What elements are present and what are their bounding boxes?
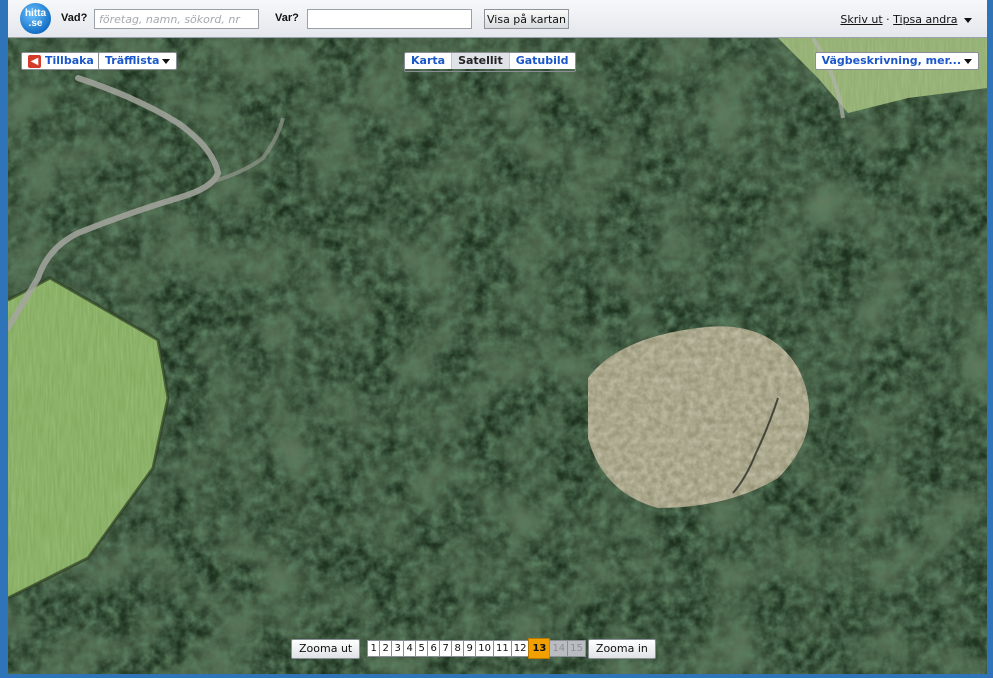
- left-arrow-icon: ◀: [28, 54, 41, 68]
- what-label: Vad?: [61, 12, 88, 24]
- window-frame-bottom: [0, 674, 993, 678]
- caret-down-icon: [964, 58, 972, 64]
- directions-label: Vägbeskrivning, mer...: [821, 54, 961, 67]
- zoom-control: Zooma ut 1 2 3 4 5 6 7 8 9 10 11 12 13 14 15 Zooma in: [291, 637, 656, 660]
- hitta-logo[interactable]: hitta .se: [20, 3, 51, 34]
- zoom-in-button[interactable]: Zooma in: [587, 639, 656, 659]
- zoom-level-13[interactable]: 13: [528, 637, 551, 659]
- hitlist-dropdown[interactable]: Träfflista: [98, 52, 178, 70]
- caret-down-icon: [162, 58, 171, 64]
- back-label: Tillbaka: [45, 54, 94, 67]
- window-frame-left: [0, 0, 8, 678]
- suggest-change-link[interactable]: Tipsa andra: [893, 13, 957, 26]
- caret-down-icon[interactable]: [964, 17, 972, 23]
- zoom-level-11[interactable]: 11: [492, 639, 512, 657]
- hitlist-label: Träfflista: [105, 54, 160, 67]
- zoom-out-button[interactable]: Zooma ut: [291, 639, 361, 659]
- back-button[interactable]: ◀ Tillbaka: [21, 52, 101, 70]
- satellite-imagery: [8, 38, 987, 674]
- directions-dropdown[interactable]: Vägbeskrivning, mer...: [814, 52, 979, 70]
- zoom-level-15: 15: [567, 639, 586, 657]
- tab-satellit[interactable]: Satellit: [452, 53, 510, 69]
- zoom-level-10[interactable]: 10: [475, 639, 494, 657]
- what-search-input[interactable]: [94, 9, 259, 29]
- search-bar: hitta.se Vad? Var? Visa på kartan Skriv …: [8, 0, 987, 38]
- zoom-level-12[interactable]: 12: [510, 639, 530, 657]
- zoom-level-14: 14: [549, 639, 569, 657]
- tab-karta[interactable]: Karta: [405, 53, 453, 69]
- link-separator: ·: [886, 13, 890, 26]
- show-on-map-button[interactable]: Visa på kartan: [484, 9, 569, 29]
- print-link[interactable]: Skriv ut: [840, 13, 882, 26]
- top-links: Skriv ut · Tipsa andra: [840, 13, 972, 26]
- map-type-switcher: Karta Satellit Gatubild: [404, 52, 576, 72]
- where-label: Var?: [275, 12, 299, 24]
- window-frame-right: [987, 0, 993, 678]
- where-search-input[interactable]: [307, 9, 472, 29]
- tab-gatubild[interactable]: Gatubild: [509, 53, 575, 69]
- zoom-levels: 1 2 3 4 5 6 7 8 9 10 11 12 13 14 15: [367, 637, 586, 659]
- satellite-map[interactable]: ◀ Tillbaka Träfflista Karta Satellit Gatu…: [8, 38, 987, 674]
